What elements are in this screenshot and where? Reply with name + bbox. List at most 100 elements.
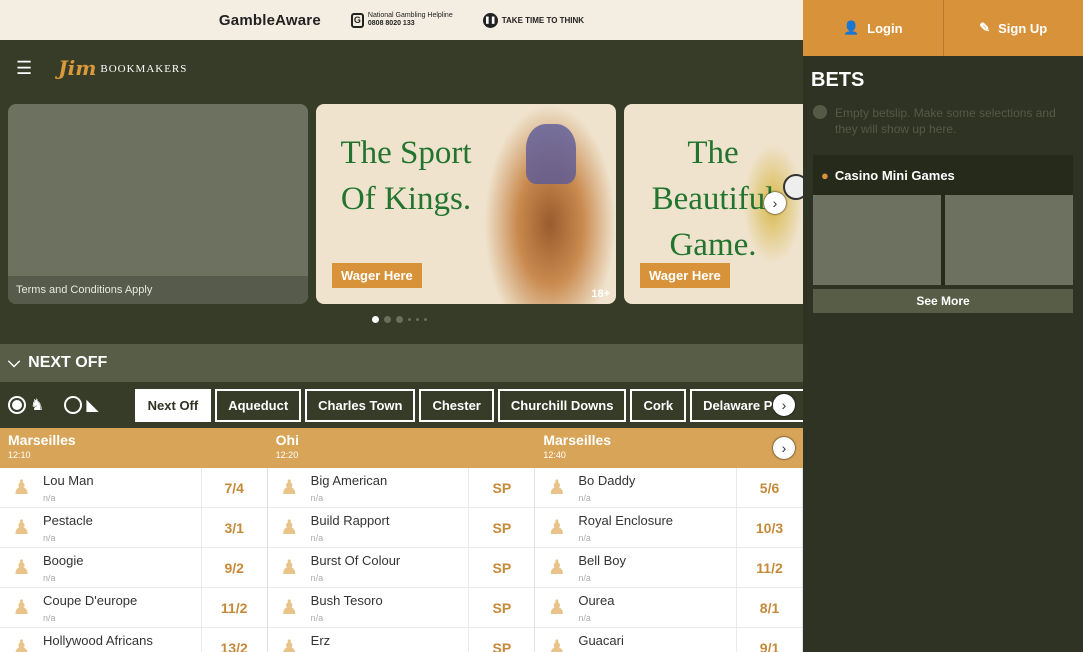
odds-button[interactable]: SP xyxy=(468,587,534,628)
carousel-dot[interactable] xyxy=(408,318,411,321)
runner-info: Bo Daddy n/a xyxy=(578,473,736,503)
meeting-3[interactable]: Marseilles 12:40 xyxy=(535,428,803,468)
horse-racing-radio[interactable]: ♞ xyxy=(8,395,44,415)
casino-title: Casino Mini Games xyxy=(834,167,955,183)
tab-next-off[interactable]: Next Off xyxy=(134,388,212,422)
runner-form: n/a xyxy=(43,572,56,583)
signup-button[interactable]: ✎ Sign Up xyxy=(942,0,1083,56)
game-tile[interactable] xyxy=(813,195,941,285)
runner-row: ♟ Bell Boy n/a 11/2 xyxy=(535,547,803,588)
runner-info: Lou Man n/a xyxy=(43,473,201,503)
helpline-title: National Gambling Helpline xyxy=(367,12,453,19)
runner-row: ♟ Guacarin/a9/1 xyxy=(535,627,802,652)
odds-button[interactable]: 9/1 xyxy=(736,627,802,652)
tabs-next-icon[interactable]: › xyxy=(773,394,795,416)
odds-button[interactable]: SP xyxy=(468,507,534,548)
runner-name: Boogie xyxy=(43,552,84,568)
runner-name: Big American xyxy=(310,472,388,488)
tab-charles-town[interactable]: Charles Town xyxy=(305,388,416,422)
odds-button[interactable]: 8/1 xyxy=(736,587,802,628)
carousel-dot[interactable] xyxy=(384,316,391,323)
jockey-silk-icon: ♟ xyxy=(280,637,299,652)
greyhound-icon: ◣ xyxy=(86,397,99,414)
casino-header: ● Casino Mini Games xyxy=(813,155,1073,195)
runner-row: ♟ Big American n/a SP xyxy=(267,467,535,508)
promo-slide-2[interactable]: The Sport Of Kings. Wager Here 18+ xyxy=(316,104,616,304)
helpline-logo[interactable]: G National Gambling Helpline 0808 8020 1… xyxy=(350,12,453,28)
odds-button[interactable]: 13/2 xyxy=(200,627,267,652)
pause-icon: ❚❚ xyxy=(482,12,498,28)
runner-name: Bell Boy xyxy=(578,552,627,568)
pencil-icon: ✎ xyxy=(979,20,991,35)
promo-carousel: Terms and Conditions Apply The Sport Of … xyxy=(0,96,803,344)
jockey-silk-icon: ♟ xyxy=(12,517,31,539)
jockey-silk-icon: ♟ xyxy=(280,597,299,619)
odds-button[interactable]: 3/1 xyxy=(200,507,267,548)
runner-form: n/a xyxy=(578,572,591,583)
meetings-next-icon[interactable]: › xyxy=(773,437,795,459)
promo-slide-1[interactable]: Terms and Conditions Apply xyxy=(8,104,308,304)
greyhound-radio[interactable]: ◣ xyxy=(64,395,99,415)
odds-button[interactable]: 9/2 xyxy=(200,547,267,588)
carousel-dot[interactable] xyxy=(372,316,379,323)
logo-word: BOOKMAKERS xyxy=(100,63,188,75)
meeting-tabs: Next Off Aqueduct Charles Town Chester C… xyxy=(134,388,803,422)
carousel-dot[interactable] xyxy=(416,318,419,321)
login-button[interactable]: 👤 Login xyxy=(803,0,943,56)
info-icon xyxy=(813,105,827,119)
jockey-silk-icon: ♟ xyxy=(12,597,31,619)
meetings-header: Marseilles 12:10 Ohi 12:20 Marseilles 12… xyxy=(0,428,803,468)
race-column: ♟ Bo Daddy n/a 5/6 ♟ Royal Enclosure n/a 10/3 ♟ B… xyxy=(535,467,803,652)
odds-button[interactable]: SP xyxy=(468,467,534,508)
main-content: GambleAware G National Gambling Helpline… xyxy=(0,0,803,652)
jockey-silk-icon: ♟ xyxy=(547,477,566,499)
runner-row: ♟ Ourea n/a 8/1 xyxy=(535,587,803,628)
g-icon: G xyxy=(350,12,364,28)
runner-name: Guacari xyxy=(578,632,624,648)
race-column: ♟ Lou Man n/a 7/4 ♟ Pestacle n/a 3/1 ♟ Boogie n/a 9… xyxy=(0,467,268,652)
runner-name: Lou Man xyxy=(43,472,94,488)
next-off-header[interactable]: ⌵ NEXT OFF xyxy=(0,344,803,382)
jockey-silk-icon: ♟ xyxy=(12,637,31,652)
meeting-1[interactable]: Marseilles 12:10 xyxy=(0,428,268,468)
odds-button[interactable]: 10/3 xyxy=(736,507,802,548)
wager-here-button[interactable]: Wager Here xyxy=(640,263,730,288)
odds-button[interactable]: SP xyxy=(468,627,534,652)
take-time-to-think-logo[interactable]: ❚❚ TAKE TIME TO THINK xyxy=(482,12,584,28)
odds-button[interactable]: 5/6 xyxy=(736,467,802,508)
bets-title: BETS xyxy=(811,69,865,91)
site-logo[interactable]: Jim BOOKMAKERS xyxy=(58,56,187,80)
jockey-image xyxy=(526,124,576,184)
helpline-number: 0808 8020 133 xyxy=(367,20,415,27)
tab-chester[interactable]: Chester xyxy=(419,388,494,422)
see-more-button[interactable]: See More xyxy=(813,289,1073,313)
game-tile[interactable] xyxy=(945,195,1073,285)
runner-form: n/a xyxy=(578,492,591,503)
runner-form: n/a xyxy=(310,492,324,503)
tab-aqueduct[interactable]: Aqueduct xyxy=(215,388,302,422)
radio-selected xyxy=(8,396,26,414)
runner-name: Bush Tesoro xyxy=(310,592,383,608)
tab-churchill-downs[interactable]: Churchill Downs xyxy=(497,388,627,422)
odds-button[interactable]: 11/2 xyxy=(200,587,267,628)
user-icon: 👤 xyxy=(842,20,860,35)
wager-here-button[interactable]: Wager Here xyxy=(332,263,422,288)
meeting-2[interactable]: Ohi 12:20 xyxy=(268,428,536,468)
jockey-silk-icon: ♟ xyxy=(280,477,299,499)
carousel-dot[interactable] xyxy=(424,318,427,321)
runner-row: ♟ Burst Of Colour n/a SP xyxy=(267,547,535,588)
runner-name: Build Rapport xyxy=(310,512,390,528)
runner-row: ♟ Build Rapport n/a SP xyxy=(267,507,535,548)
gambleaware-logo[interactable]: GambleAware xyxy=(219,12,321,29)
runner-row: ♟ Bush Tesoro n/a SP xyxy=(267,587,535,628)
runner-row: ♟ Boogie n/a 9/2 xyxy=(0,547,267,588)
meeting-time: 12:10 xyxy=(8,450,31,460)
odds-button[interactable]: 7/4 xyxy=(200,467,267,508)
carousel-dot[interactable] xyxy=(396,316,403,323)
runner-name: Hollywood Africans xyxy=(43,632,153,648)
tab-cork[interactable]: Cork xyxy=(630,388,687,422)
odds-button[interactable]: 11/2 xyxy=(736,547,802,588)
odds-button[interactable]: SP xyxy=(468,547,534,588)
carousel-next-icon[interactable]: › xyxy=(764,192,786,214)
menu-search-icon[interactable]: ☰ xyxy=(16,59,32,77)
